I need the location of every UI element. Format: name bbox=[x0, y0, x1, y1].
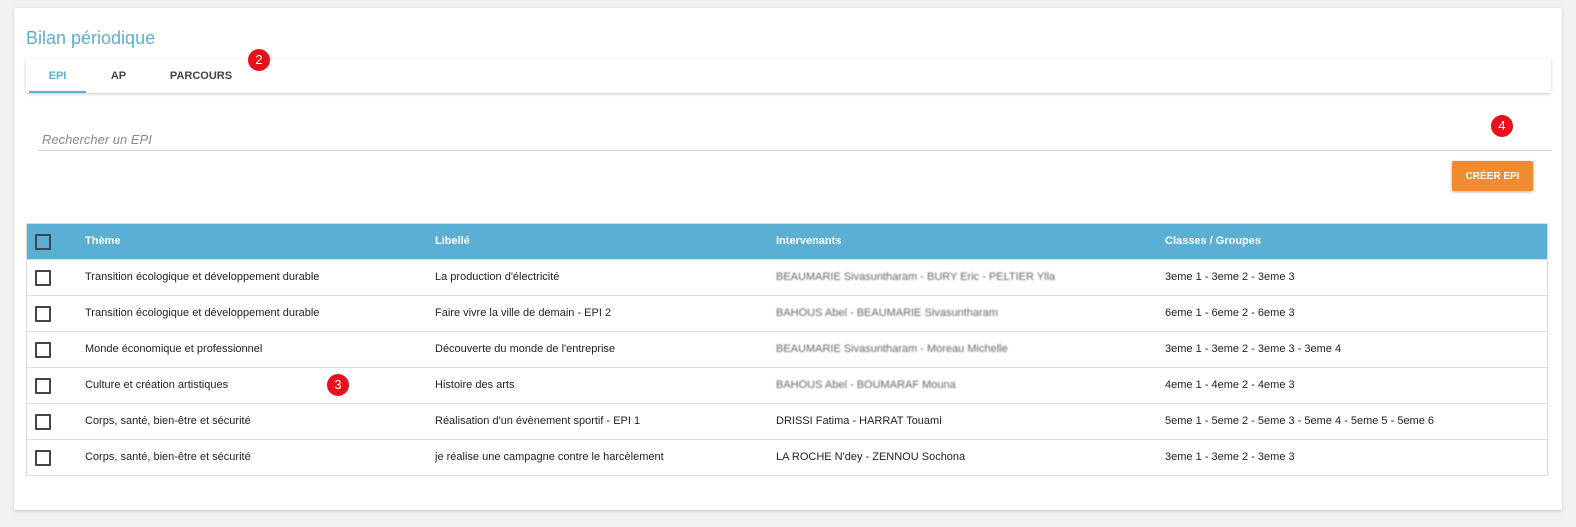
table-row[interactable]: Transition écologique et développement d… bbox=[27, 259, 1547, 295]
select-all-checkbox[interactable] bbox=[35, 234, 51, 250]
row-classes: 5eme 1 - 5eme 2 - 5eme 3 - 5eme 4 - 5eme… bbox=[1165, 415, 1435, 427]
page-title: Bilan périodique bbox=[26, 28, 156, 48]
tab-epi[interactable]: EPI bbox=[29, 59, 86, 93]
header-classes[interactable]: Classes / Groupes bbox=[1165, 224, 1535, 259]
table-row[interactable]: Transition écologique et développement d… bbox=[27, 295, 1547, 331]
row-checkbox[interactable] bbox=[35, 414, 51, 430]
table-row[interactable]: Culture et création artistiques Histoire… bbox=[27, 367, 1547, 403]
annotation-badge-2: 2 bbox=[248, 49, 270, 71]
tab-parcours[interactable]: PARCOURS bbox=[166, 59, 236, 93]
row-classes: 3eme 1 - 3eme 2 - 3eme 3 - 3eme 4 bbox=[1165, 343, 1342, 355]
annotation-badge-3: 3 bbox=[327, 374, 349, 396]
row-theme: Culture et création artistiques bbox=[85, 379, 229, 391]
header-libelle[interactable]: Libellé bbox=[435, 224, 765, 259]
table-row[interactable]: Monde économique et professionnel Découv… bbox=[27, 331, 1547, 367]
row-theme: Transition écologique et développement d… bbox=[85, 307, 320, 319]
row-theme: Transition écologique et développement d… bbox=[85, 271, 320, 283]
row-libelle: Histoire des arts bbox=[435, 379, 515, 391]
create-epi-button[interactable]: CRÉER EPI bbox=[1452, 161, 1533, 191]
row-intervenants: LA ROCHE N'dey - ZENNOU Sochona bbox=[776, 451, 966, 463]
row-libelle: La production d'électricité bbox=[435, 271, 560, 283]
row-theme: Corps, santé, bien-être et sécurité bbox=[85, 415, 251, 427]
row-intervenants: BEAUMARIE Sivasuntharam - Moreau Michell… bbox=[776, 343, 1008, 355]
row-theme: Monde économique et professionnel bbox=[85, 343, 263, 355]
table-row[interactable]: Corps, santé, bien-être et sécurité Réal… bbox=[27, 403, 1547, 439]
row-classes: 4eme 1 - 4eme 2 - 4eme 3 bbox=[1165, 379, 1295, 391]
tab-ap[interactable]: AP bbox=[96, 59, 141, 93]
row-checkbox[interactable] bbox=[35, 306, 51, 322]
row-classes: 3eme 1 - 3eme 2 - 3eme 3 bbox=[1165, 271, 1295, 283]
row-libelle: Découverte du monde de l'entreprise bbox=[435, 343, 616, 355]
header-intervenants[interactable]: Intervenants bbox=[776, 224, 1146, 259]
row-checkbox[interactable] bbox=[35, 378, 51, 394]
row-classes: 6eme 1 - 6eme 2 - 6eme 3 bbox=[1165, 307, 1295, 319]
annotation-badge-4: 4 bbox=[1491, 115, 1513, 137]
row-intervenants: BAHOUS Abel - BOUMARAF Mouna bbox=[776, 379, 956, 391]
row-libelle: Réalisation d'un évènement sportif - EPI… bbox=[435, 415, 641, 427]
row-checkbox[interactable] bbox=[35, 450, 51, 466]
table-row[interactable]: Corps, santé, bien-être et sécurité je r… bbox=[27, 439, 1547, 475]
row-intervenants: DRISSI Fatima - HARRAT Touami bbox=[776, 415, 942, 427]
header-theme[interactable]: Thème bbox=[85, 224, 415, 259]
epi-table: Thème Libellé Intervenants Classes / Gro… bbox=[26, 223, 1548, 476]
table-header-row: Thème Libellé Intervenants Classes / Gro… bbox=[27, 224, 1547, 259]
row-classes: 3eme 1 - 3eme 2 - 3eme 3 bbox=[1165, 451, 1295, 463]
row-checkbox[interactable] bbox=[35, 270, 51, 286]
row-checkbox[interactable] bbox=[35, 342, 51, 358]
row-libelle: je réalise une campagne contre le harcèl… bbox=[435, 451, 664, 463]
search-input[interactable] bbox=[38, 130, 1552, 151]
row-intervenants: BEAUMARIE Sivasuntharam - BURY Eric - PE… bbox=[776, 271, 1056, 283]
row-libelle: Faire vivre la ville de demain - EPI 2 bbox=[435, 307, 612, 319]
row-theme: Corps, santé, bien-être et sécurité bbox=[85, 451, 251, 463]
main-card: Bilan périodique EPI AP PARCOURS 2 4 CRÉ… bbox=[14, 8, 1562, 510]
row-intervenants: BAHOUS Abel - BEAUMARIE Sivasuntharam bbox=[776, 307, 998, 319]
